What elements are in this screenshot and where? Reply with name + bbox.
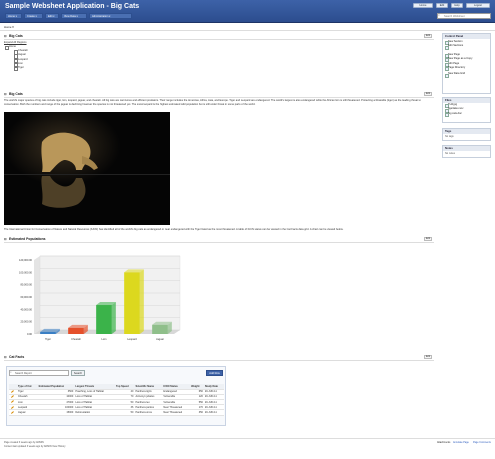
cat-facts-table: Type of Cat Estimated Population Largest T… xyxy=(9,384,224,416)
app-header: Sample Websheet Application - Big Cats H… xyxy=(0,0,495,23)
table-cell: Jaguar xyxy=(17,409,38,416)
lion-photo xyxy=(4,112,170,225)
page-tree: Home Cheetah Jaguar Leopard Lion Tiger xyxy=(5,45,65,72)
tags-panel: Tags No tags xyxy=(442,128,491,141)
divider xyxy=(0,30,495,31)
tree-item-tiger[interactable]: Tiger xyxy=(14,66,65,72)
region-edit-button[interactable]: Edit xyxy=(424,34,432,38)
attachments-link[interactable]: Attachments xyxy=(437,441,450,444)
cat-facts-report: Search Report ⌕ Search Add Row Type of C… xyxy=(6,366,226,426)
nav-administration[interactable]: Administration ▾ xyxy=(89,13,132,19)
region-title: Big Cats xyxy=(9,92,23,96)
y-tick-label: 20,000.00 xyxy=(20,320,32,324)
page-created-text: Page created 3 weeks ago by ADMIN xyxy=(4,441,44,444)
divider xyxy=(0,438,495,439)
iucn-paragraph: The International Union for Conservation… xyxy=(4,228,344,231)
bar-front xyxy=(40,331,56,334)
annotate-page-link[interactable]: Annotate Page xyxy=(453,441,469,444)
region-title: Estimated Populations xyxy=(9,237,46,241)
notes-text: No notes xyxy=(445,152,456,155)
nav-create[interactable]: Create ▾ xyxy=(24,13,43,19)
table-cell: 15000 xyxy=(37,409,75,416)
chart-side-wall xyxy=(34,256,40,334)
region-edit-button[interactable]: Edit xyxy=(424,92,432,96)
y-tick-label: 100,000.00 xyxy=(19,270,33,274)
x-tick-label: Cheetah xyxy=(71,337,81,341)
region-edit-button[interactable]: Edit xyxy=(424,237,432,241)
tags-text: No tags xyxy=(445,135,454,138)
logout-button[interactable]: Logout xyxy=(466,3,490,8)
intro-paragraph: The world's major species of big cats in… xyxy=(4,99,421,106)
file-item[interactable]: big cats.doc xyxy=(443,112,490,118)
population-chart: 120,000.00 100,000.00 80,000.00 60,000.00 40… xyxy=(19,255,181,341)
app-title: Sample Websheet Application - Big Cats xyxy=(5,3,140,10)
table-cell: Panthera onca xyxy=(134,409,163,416)
bar-front xyxy=(152,324,168,334)
divider xyxy=(4,39,434,40)
edit-button[interactable]: Edit xyxy=(436,3,448,8)
edit-row-icon[interactable] xyxy=(9,409,17,416)
search-input[interactable]: Search Websheet xyxy=(437,13,491,19)
divider xyxy=(4,360,434,361)
region-edit-button[interactable]: Edit xyxy=(424,355,432,359)
table-cell: 350 xyxy=(190,409,204,416)
divider xyxy=(4,97,434,98)
report-search-input[interactable]: Search Report xyxy=(9,370,69,376)
y-tick-label: 120,000.00 xyxy=(19,258,33,262)
bar-front xyxy=(68,327,84,334)
add-row-button[interactable]: Add Row xyxy=(206,370,223,376)
divider xyxy=(4,242,434,243)
report-search-button[interactable]: Search xyxy=(71,370,85,376)
new-data-grid-link[interactable]: New Data Grid xyxy=(443,72,490,79)
x-tick-label: Tiger xyxy=(45,337,51,341)
bar-front xyxy=(96,305,112,334)
bar-front xyxy=(124,272,140,334)
table-row: Jaguar 15000 Deforestation 50 Panthera onca N… xyxy=(9,409,224,416)
nav-edit[interactable]: Edit ▾ xyxy=(45,13,59,19)
y-tick-label: 60,000.00 xyxy=(20,295,32,299)
edit-sections-link[interactable]: Edit Sections xyxy=(443,44,490,51)
y-tick-label: 80,000.00 xyxy=(20,283,32,287)
page-directory-link[interactable]: Page Directory xyxy=(443,66,490,72)
table-cell: Deforestation xyxy=(74,409,115,416)
expand-all-link[interactable]: Expand All Regions xyxy=(4,41,27,44)
y-tick-label: 40,000.00 xyxy=(20,307,32,311)
bar-side xyxy=(139,269,144,334)
x-tick-label: Lion xyxy=(102,337,107,341)
page-comments-link[interactable]: Page Comments xyxy=(473,441,491,444)
nav-home[interactable]: Home ▾ xyxy=(5,13,22,19)
content-updated-text: Content last updated 3 weeks ago by ADMI… xyxy=(4,445,66,448)
breadcrumb[interactable]: Home ▾ xyxy=(4,25,14,29)
search-icon: ⌕ xyxy=(438,13,440,17)
y-tick-label: 0.00 xyxy=(27,332,33,336)
x-tick-label: Jaguar xyxy=(156,337,164,341)
help-button[interactable]: Help xyxy=(451,3,463,8)
bar-side xyxy=(111,302,116,334)
search-icon: ⌕ xyxy=(10,370,12,374)
notes-panel: Notes No notes xyxy=(442,145,491,158)
region-title: Cat Facts xyxy=(9,355,25,359)
x-tick-label: Leopard xyxy=(127,337,137,341)
nav-view-data[interactable]: View Data ▾ xyxy=(61,13,87,19)
table-cell: 20-JUN-11 xyxy=(203,409,224,416)
control-panel: Control Panel New Section Edit Sections … xyxy=(442,33,491,94)
table-cell: 50 xyxy=(115,409,135,416)
region-title: Big Cats xyxy=(9,34,23,38)
files-panel: Files TH4.jpg tigerlake.mov big cats.doc xyxy=(442,97,491,123)
table-cell: Near Threatened xyxy=(162,409,191,416)
home-button[interactable]: Home xyxy=(413,3,433,8)
